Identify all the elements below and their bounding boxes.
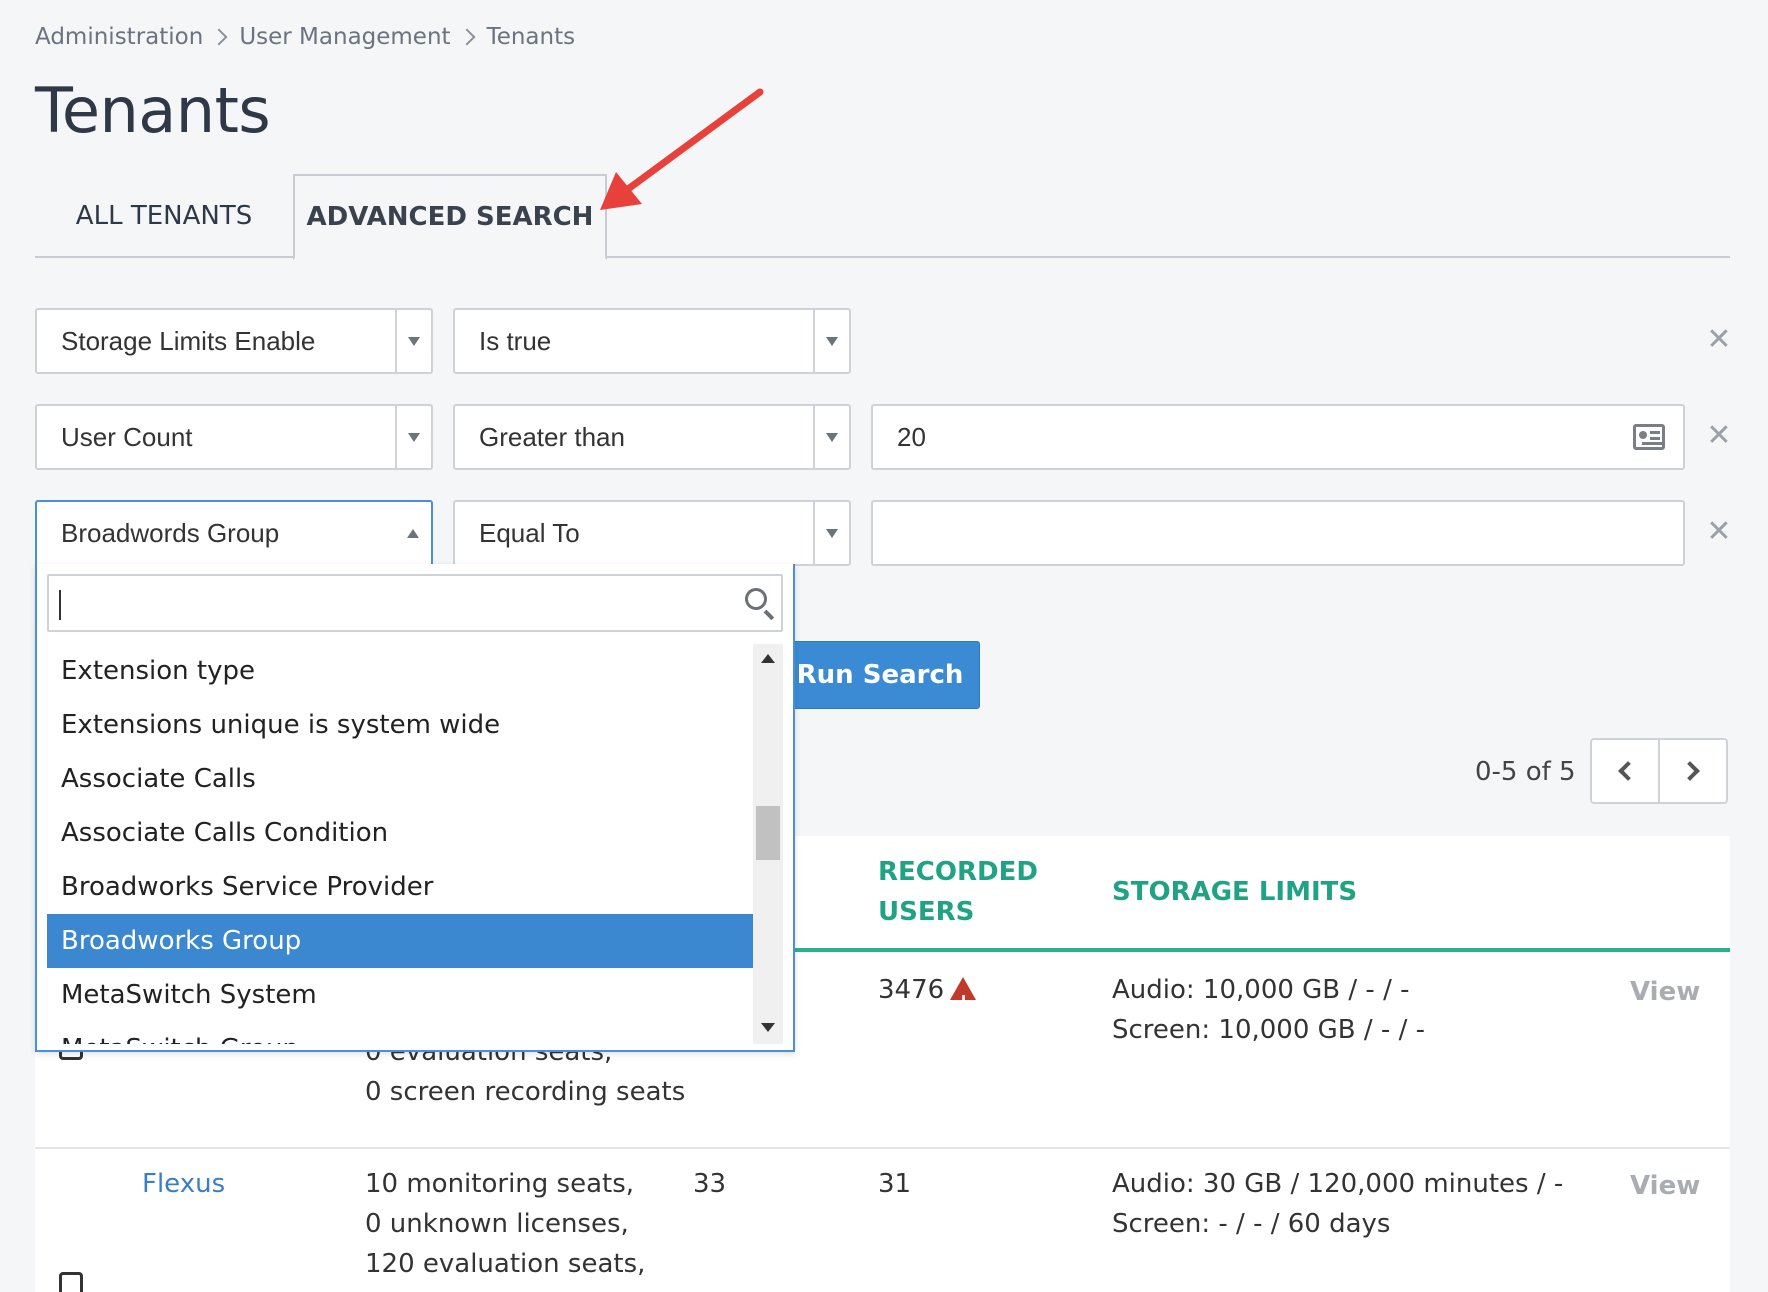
header-line: USERS — [878, 897, 975, 927]
dropdown-scrollbar[interactable] — [753, 644, 783, 1044]
storage-line: Screen: - / - / 60 days — [1112, 1209, 1391, 1239]
filter-2-field-value: User Count — [61, 421, 193, 452]
dropdown-option[interactable]: MetaSwitch System — [47, 968, 753, 1022]
dropdown-option[interactable]: Associate Calls — [47, 752, 753, 806]
filter-1-remove-icon[interactable]: ✕ — [1704, 322, 1734, 357]
license-line: 0 screen recording seats — [365, 1077, 686, 1107]
dropdown-option[interactable]: Extensions unique is system wide — [47, 698, 753, 752]
warning-icon — [950, 977, 977, 1021]
row-2-storage-limits: Audio: 30 GB / 120,000 minutes / - Scree… — [1112, 1164, 1563, 1244]
chevron-down-icon — [813, 310, 849, 372]
storage-line: Audio: 30 GB / 120,000 minutes / - — [1112, 1169, 1564, 1199]
breadcrumb-tenants: Tenants — [486, 24, 576, 50]
dropdown-options-list: Extension type Extensions unique is syst… — [47, 644, 753, 1044]
scroll-up-icon[interactable] — [761, 654, 775, 663]
search-icon — [745, 588, 767, 610]
filter-2-operator-select[interactable]: Greater than — [453, 404, 851, 470]
row-1-view-link[interactable]: View — [1630, 972, 1700, 1012]
chevron-right-icon — [1680, 761, 1700, 781]
filter-3-operator-select[interactable]: Equal To — [453, 500, 851, 566]
tab-advanced-search[interactable]: ADVANCED SEARCH — [293, 174, 607, 260]
chevron-right-icon — [210, 28, 228, 46]
chevron-left-icon — [1618, 761, 1638, 781]
filter-1-field-select[interactable]: Storage Limits Enable — [35, 308, 433, 374]
filter-1-operator-value: Is true — [479, 325, 552, 356]
breadcrumb-administration[interactable]: Administration — [35, 24, 203, 50]
chevron-right-icon — [458, 28, 476, 46]
text-cursor — [59, 590, 61, 620]
tab-bar: ALL TENANTS ADVANCED SEARCH — [35, 174, 1730, 260]
row-1-recorded-users: 3476 — [878, 970, 977, 1021]
next-page-button[interactable] — [1660, 740, 1726, 802]
filter-3-field-value: Broadwords Group — [61, 517, 280, 548]
license-line: 120 evaluation seats, — [365, 1249, 646, 1279]
breadcrumb: Administration User Management Tenants — [35, 24, 575, 50]
storage-line: Screen: 10,000 GB / - / - — [1112, 1015, 1425, 1045]
header-line: RECORDED — [878, 857, 1038, 887]
row-2-recorded-users: 31 — [878, 1169, 912, 1199]
row-1-storage-limits: Audio: 10,000 GB / - / - Screen: 10,000 … — [1112, 970, 1425, 1050]
filter-3-field-select[interactable]: Broadwords Group — [35, 500, 433, 566]
column-header-storage-limits[interactable]: STORAGE LIMITS — [1112, 872, 1357, 912]
column-header-recorded-users[interactable]: RECORDED USERS — [878, 852, 1038, 932]
scroll-down-icon[interactable] — [761, 1023, 775, 1032]
dropdown-option[interactable]: Broadworks Service Provider — [47, 860, 753, 914]
license-line: 10 monitoring seats, — [365, 1169, 635, 1199]
row-2-checkbox[interactable] — [59, 1272, 83, 1292]
row-2-tenant-link[interactable]: Flexus — [142, 1164, 225, 1204]
run-search-button[interactable]: Run Search — [780, 641, 980, 709]
dropdown-option[interactable]: Extension type — [47, 644, 753, 698]
filter-2-operator-value: Greater than — [479, 421, 625, 452]
row-2-view-link[interactable]: View — [1630, 1166, 1700, 1206]
filter-3-value-input[interactable] — [871, 500, 1685, 566]
breadcrumb-user-management[interactable]: User Management — [239, 24, 450, 50]
chevron-down-icon — [813, 406, 849, 468]
license-line: 0 unknown licenses, — [365, 1209, 629, 1239]
dropdown-search-input[interactable] — [47, 574, 783, 632]
chevron-down-icon — [395, 310, 431, 372]
annotation-arrow-icon — [600, 88, 764, 210]
contact-card-icon — [1633, 424, 1665, 450]
pagination-text: 0-5 of 5 — [1475, 757, 1576, 787]
row-2-licenses: 10 monitoring seats, 0 unknown licenses,… — [365, 1164, 645, 1284]
row-divider — [35, 1147, 1730, 1149]
filter-3-operator-value: Equal To — [479, 517, 580, 548]
chevron-up-icon — [395, 502, 431, 564]
dropdown-option[interactable]: MetaSwitch Group — [47, 1022, 753, 1044]
scrollbar-thumb[interactable] — [756, 806, 780, 860]
filter-2-field-select[interactable]: User Count — [35, 404, 433, 470]
chevron-down-icon — [395, 406, 431, 468]
field-dropdown-menu: Extension type Extensions unique is syst… — [35, 564, 795, 1052]
tab-all-tenants[interactable]: ALL TENANTS — [35, 174, 293, 258]
pagination-controls — [1590, 738, 1728, 804]
dropdown-option[interactable]: Associate Calls Condition — [47, 806, 753, 860]
filter-1-operator-select[interactable]: Is true — [453, 308, 851, 374]
filter-2-value-input[interactable]: 20 — [871, 404, 1685, 470]
dropdown-option-selected[interactable]: Broadworks Group — [47, 914, 753, 968]
filter-2-remove-icon[interactable]: ✕ — [1704, 418, 1734, 453]
storage-line: Audio: 10,000 GB / - / - — [1112, 975, 1410, 1005]
filter-3-remove-icon[interactable]: ✕ — [1704, 514, 1734, 549]
recorded-users-value: 3476 — [878, 975, 945, 1005]
filter-2-value-text: 20 — [897, 421, 926, 452]
chevron-down-icon — [813, 502, 849, 564]
prev-page-button[interactable] — [1592, 740, 1660, 802]
filter-1-field-value: Storage Limits Enable — [61, 325, 316, 356]
page-title: Tenants — [35, 74, 271, 147]
row-2-users: 33 — [693, 1169, 727, 1199]
